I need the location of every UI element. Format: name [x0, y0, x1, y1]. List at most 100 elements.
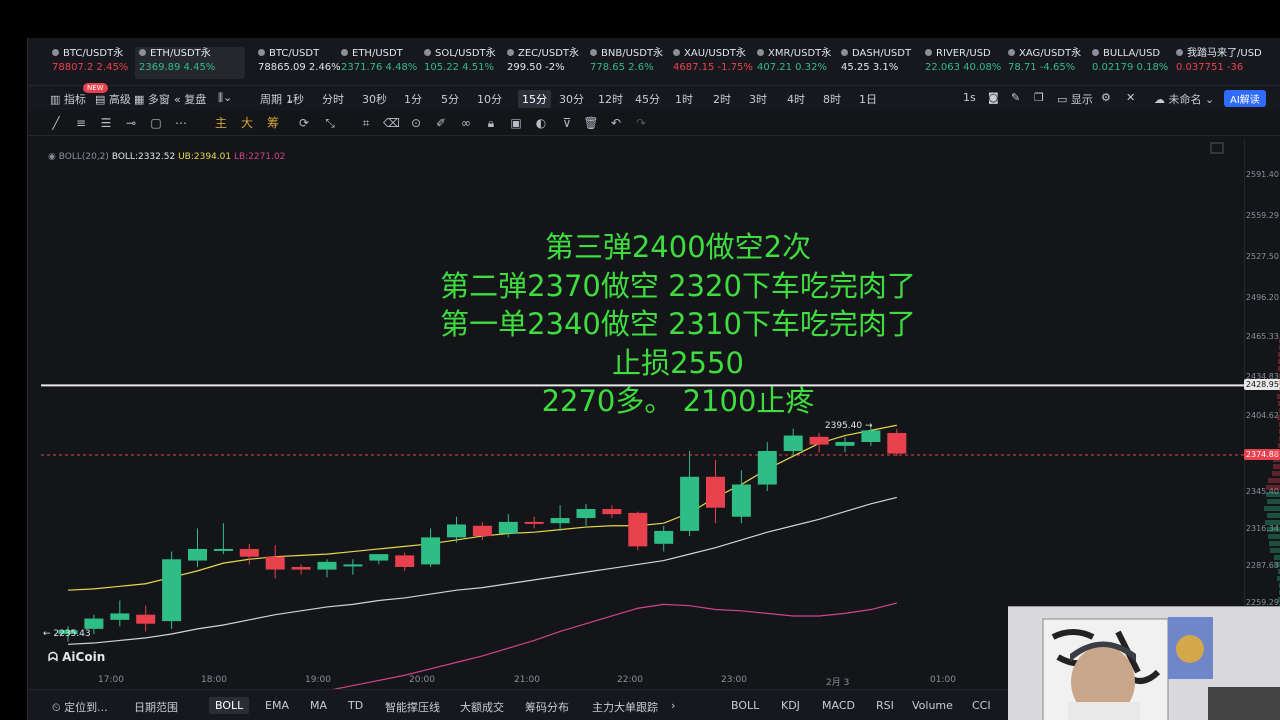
replay-button[interactable]: « 复盘	[174, 91, 206, 107]
eraser-tool-icon[interactable]: ⌫	[383, 115, 399, 131]
ticker-tab[interactable]: ZEC/USDT永 299.50 -2%	[507, 47, 579, 79]
copy-icon[interactable]: ❐	[1034, 91, 1044, 104]
parallel-tool-icon[interactable]: ☰	[98, 115, 114, 131]
snapshot-tool-icon[interactable]: ⟳	[296, 115, 312, 131]
crop-tool-icon[interactable]: ⌗	[358, 115, 374, 131]
more-indicators-icon[interactable]: ›	[671, 699, 675, 712]
lock-tool-icon[interactable]: 🔒︎	[483, 115, 499, 131]
locate-button[interactable]: ⏲ 定位到...	[52, 699, 108, 715]
sub-indicator-tab[interactable]: CCI	[972, 699, 991, 712]
interval-option[interactable]: 4时	[787, 91, 805, 107]
redo-icon[interactable]: ↷	[633, 115, 649, 131]
fullscreen-icon[interactable]: ✕	[1126, 91, 1135, 104]
rect-tool-icon[interactable]: ▢	[148, 115, 164, 131]
aicoin-watermark: ᗣ AiCoin	[48, 650, 105, 665]
camera-icon[interactable]: ◙	[988, 91, 999, 104]
pen-icon[interactable]: ✎	[1011, 91, 1020, 104]
refresh-rate-button[interactable]: 1s	[963, 91, 976, 104]
candle-body	[628, 513, 647, 547]
ticker-symbol: BTC/USDT永	[63, 48, 123, 59]
overlay-line: 第二弹2370做空 2320下车吃完肉了	[318, 267, 1038, 306]
interval-option[interactable]: 30分	[559, 91, 584, 107]
interval-option[interactable]: 分时	[322, 91, 344, 107]
advanced-button[interactable]: ▤ 高级	[95, 91, 131, 107]
ticker-change: 0.18%	[1133, 62, 1168, 73]
multi-window-button[interactable]: ▦ 多窗	[134, 91, 170, 107]
main-tool[interactable]: 主	[213, 115, 229, 131]
big-tool[interactable]: 大	[239, 115, 255, 131]
interval-option[interactable]: 45分	[635, 91, 660, 107]
coin-icon	[757, 49, 764, 56]
interval-option[interactable]: 1日	[859, 91, 877, 107]
link-tool-icon[interactable]: ∞	[458, 115, 474, 131]
ray-tool-icon[interactable]: ⊸	[123, 115, 139, 131]
chart-type-icon[interactable]: ⫼⌄	[218, 91, 232, 105]
date-range-button[interactable]: 日期范围	[134, 699, 178, 715]
interval-option[interactable]: 8时	[823, 91, 841, 107]
ticker-tab[interactable]: BTC/USDT永 78807.2 2.45%	[52, 47, 128, 79]
overlay-line: 2270多。 2100止疼	[318, 382, 1038, 421]
ticker-price: 0.02179	[1092, 62, 1133, 73]
indicators-button[interactable]: ▥ 指标	[50, 91, 86, 107]
candle-body	[525, 522, 544, 524]
main-indicator-tab[interactable]: TD	[348, 699, 363, 712]
interval-option[interactable]: 15分	[518, 90, 551, 108]
main-indicator-tab[interactable]: 筹码分布	[525, 699, 569, 715]
main-indicator-tab[interactable]: EMA	[265, 699, 289, 712]
drawing-toolbar: ╱ ≡ ☰ ⊸ ▢ ⋯ 主 大 筹 ⟳ ⤡ ⌗ ⌫ ⊙ ✐ ∞ 🔒︎ ▣ ◐ ⊽…	[28, 110, 1280, 136]
new-badge: NEW	[83, 83, 108, 93]
display-button[interactable]: ▭ 显示	[1057, 91, 1093, 107]
main-indicator-tab[interactable]: MA	[310, 699, 327, 712]
ticker-tab[interactable]: BNB/USDT永 778.65 2.6%	[590, 47, 663, 79]
sub-indicator-tab[interactable]: RSI	[876, 699, 894, 712]
ticker-tab[interactable]: 我踏马来了/USD 0.037751 -36	[1176, 47, 1262, 79]
candle-body	[395, 555, 414, 567]
candle-body	[810, 437, 829, 445]
sub-indicator-tab[interactable]: KDJ	[781, 699, 800, 712]
layout-name-dropdown[interactable]: ☁ 未命名 ⌄	[1154, 91, 1214, 107]
interval-option[interactable]: 1秒	[286, 91, 304, 107]
trash-tool-icon[interactable]: 🗑︎	[583, 115, 599, 131]
sub-indicator-tab[interactable]: MACD	[822, 699, 855, 712]
magnet-tool-icon[interactable]: ⊙	[408, 115, 424, 131]
chips-tool[interactable]: 筹	[265, 115, 281, 131]
ai-analysis-button[interactable]: AI解读	[1224, 90, 1266, 107]
sub-indicator-tab[interactable]: BOLL	[731, 699, 759, 712]
ticker-tab[interactable]: BULLA/USD 0.02179 0.18%	[1092, 47, 1168, 79]
sub-indicator-tab[interactable]: Volume	[912, 699, 953, 712]
ticker-tab[interactable]: XAU/USDT永 4687.15 -1.75%	[673, 47, 753, 79]
ticker-tab[interactable]: ETH/USDT 2371.76 4.48%	[341, 47, 417, 79]
trendline-tool-icon[interactable]: ╱	[48, 115, 64, 131]
filter-tool-icon[interactable]: ⊽	[559, 115, 575, 131]
ticker-tab[interactable]: BTC/USDT 78865.09 2.46%	[258, 47, 341, 79]
ticker-tab[interactable]: XMR/USDT永 407.21 0.32%	[757, 47, 831, 79]
ticker-tab[interactable]: RIVER/USD 22.063 40.08%	[925, 47, 1001, 79]
hline-tool-icon[interactable]: ≡	[73, 115, 89, 131]
main-indicator-tab[interactable]: 智能撑压线	[385, 699, 440, 715]
main-indicator-tab[interactable]: BOLL	[209, 697, 249, 714]
interval-option[interactable]: 5分	[441, 91, 459, 107]
visibility-tool-icon[interactable]: ◐	[533, 115, 549, 131]
ticker-tab[interactable]: XAG/USDT永 78.71 -4.65%	[1008, 47, 1081, 79]
interval-option[interactable]: 2时	[713, 91, 731, 107]
coin-icon	[139, 49, 146, 56]
candle-body	[214, 549, 233, 551]
main-indicator-tab[interactable]: 大额成交	[460, 699, 504, 715]
main-indicator-tab[interactable]: 主力大单跟踪	[592, 699, 658, 715]
undo-icon[interactable]: ↶	[608, 115, 624, 131]
brush-tool-icon[interactable]: ✐	[433, 115, 449, 131]
measure-tool-icon[interactable]: ⤡	[322, 115, 338, 131]
interval-option[interactable]: 12时	[598, 91, 623, 107]
ticker-tab[interactable]: SOL/USDT永 105.22 4.51%	[424, 47, 496, 79]
ticker-tab[interactable]: DASH/USDT 45.25 3.1%	[841, 47, 911, 79]
ticker-tab[interactable]: ETH/USDT永 2369.89 4.45%	[135, 47, 245, 79]
ticker-price: 407.21	[757, 62, 792, 73]
interval-option[interactable]: 1分	[404, 91, 422, 107]
interval-option[interactable]: 30秒	[362, 91, 387, 107]
settings-icon[interactable]: ⚙	[1101, 91, 1111, 104]
interval-option[interactable]: 1时	[675, 91, 693, 107]
template-tool-icon[interactable]: ▣	[508, 115, 524, 131]
interval-option[interactable]: 10分	[477, 91, 502, 107]
interval-option[interactable]: 3时	[749, 91, 767, 107]
more-tools-icon[interactable]: ⋯	[173, 115, 189, 131]
